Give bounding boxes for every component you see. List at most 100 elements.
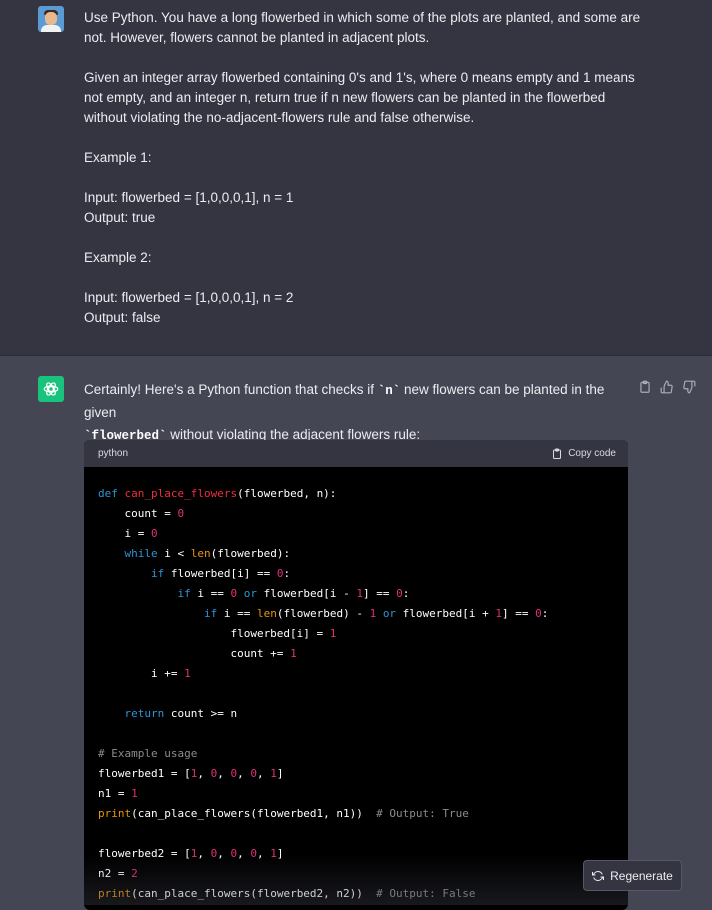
code-token: 1 [131, 787, 138, 800]
code-token: , [237, 767, 251, 780]
code-token: 0 [250, 767, 257, 780]
code-token: i == [190, 587, 231, 600]
code-token: flowerbed[i] = [98, 627, 330, 640]
code-line: while i < len(flowerbed): [98, 544, 614, 564]
code-header: python Copy code [84, 440, 628, 467]
code-line: i = 0 [98, 524, 614, 544]
code-line: def can_place_flowers(flowerbed, n): [98, 484, 614, 504]
code-token: count >= n [164, 707, 238, 720]
code-line: n2 = 2 [98, 864, 614, 884]
code-token: can_place_flowers [124, 487, 238, 500]
code-line: flowerbed1 = [1, 0, 0, 0, 1] [98, 764, 614, 784]
code-line: return count >= n [98, 704, 614, 724]
code-token: if [203, 607, 218, 620]
assistant-text: Certainly! Here's a Python function that… [84, 382, 378, 397]
user-avatar [38, 6, 64, 32]
code-token: , [197, 847, 211, 860]
inline-code-n: `n` [377, 384, 401, 398]
code-line: if flowerbed[i] == 0: [98, 564, 614, 584]
clipboard-icon[interactable] [638, 380, 652, 394]
code-line: flowerbed[i] = 1 [98, 624, 614, 644]
code-token: ] [276, 767, 284, 780]
code-token: flowerbed[i - [256, 587, 357, 600]
code-token: flowerbed[i] == [164, 567, 277, 580]
regenerate-button[interactable]: Regenerate [583, 860, 682, 891]
user-message: Use Python. You have a long flowerbed in… [0, 0, 712, 356]
code-token: 0 [396, 587, 403, 600]
copy-code-label: Copy code [568, 448, 616, 459]
code-token: count += [98, 647, 291, 660]
code-line: count = 0 [98, 504, 614, 524]
code-line: if i == 0 or flowerbed[i - 1] == 0: [98, 584, 614, 604]
code-token: 2 [131, 867, 138, 880]
clipboard-icon [553, 448, 562, 459]
user-paragraph: Given an integer array flowerbed contain… [84, 70, 639, 125]
regenerate-label: Regenerate [610, 868, 673, 883]
code-line: print(can_place_flowers(flowerbed1, n1))… [98, 804, 614, 824]
copy-code-button[interactable]: Copy code [551, 448, 616, 460]
code-token: # Output: False [376, 887, 476, 900]
code-token: (can_place_flowers(flowerbed2, n2)) [131, 887, 377, 900]
code-token: , [197, 767, 211, 780]
code-line: print(can_place_flowers(flowerbed2, n2))… [98, 884, 614, 904]
thumbs-up-icon[interactable] [660, 380, 674, 394]
code-token: n2 = [98, 867, 132, 880]
code-line: i += 1 [98, 664, 614, 684]
code-token: (flowerbed): [210, 547, 291, 560]
code-token: 1 [270, 767, 277, 780]
code-token: ] [276, 847, 284, 860]
code-token: def [98, 487, 118, 500]
code-token: print [98, 887, 132, 900]
code-token: if [150, 567, 165, 580]
code-token: 1 [184, 667, 191, 680]
code-line: n1 = 1 [98, 784, 614, 804]
refresh-icon [592, 870, 605, 881]
code-token: n1 = [98, 787, 132, 800]
code-token: : [402, 587, 410, 600]
code-token: , [256, 847, 271, 860]
code-token: , [217, 847, 231, 860]
code-token: count = [98, 507, 178, 520]
code-line: count += 1 [98, 644, 614, 664]
code-token: (can_place_flowers(flowerbed1, n1)) [131, 807, 377, 820]
code-token: if [177, 587, 191, 600]
code-token: while [124, 547, 158, 560]
code-line: if i == len(flowerbed) - 1 or flowerbed[… [98, 604, 614, 624]
code-token: len [190, 547, 211, 560]
code-token: 0 [177, 507, 185, 520]
code-token: 0 [535, 607, 542, 620]
user-paragraph: Use Python. You have a long flowerbed in… [84, 10, 644, 45]
code-token: flowerbed[i + [396, 607, 496, 620]
code-token: , [217, 767, 231, 780]
thumbs-down-icon[interactable] [682, 380, 696, 394]
openai-logo-icon [43, 382, 59, 396]
user-paragraph: Input: flowerbed = [1,0,0,0,1], n = 2 Ou… [84, 290, 294, 325]
user-paragraph: Example 1: [84, 150, 152, 165]
code-token: (flowerbed, n): [237, 487, 337, 500]
code-token: (flowerbed) - [276, 607, 370, 620]
assistant-message-text: Certainly! Here's a Python function that… [84, 379, 639, 447]
code-token: 1 [329, 627, 337, 640]
code-token: ] == [362, 587, 397, 600]
code-token: len [256, 607, 277, 620]
assistant-avatar [38, 376, 64, 402]
user-message-text: Use Python. You have a long flowerbed in… [84, 8, 644, 328]
code-body: def can_place_flowers(flowerbed, n): cou… [84, 467, 628, 904]
code-token: 1 [356, 587, 363, 600]
code-token: , [256, 767, 271, 780]
code-token: 1 [270, 847, 277, 860]
code-token: flowerbed2 = [ [98, 847, 191, 860]
code-token: # Example usage [98, 747, 198, 760]
code-token: return [124, 707, 165, 720]
user-paragraph: Input: flowerbed = [1,0,0,0,1], n = 1 Ou… [84, 190, 294, 225]
code-token: 0 [250, 847, 257, 860]
